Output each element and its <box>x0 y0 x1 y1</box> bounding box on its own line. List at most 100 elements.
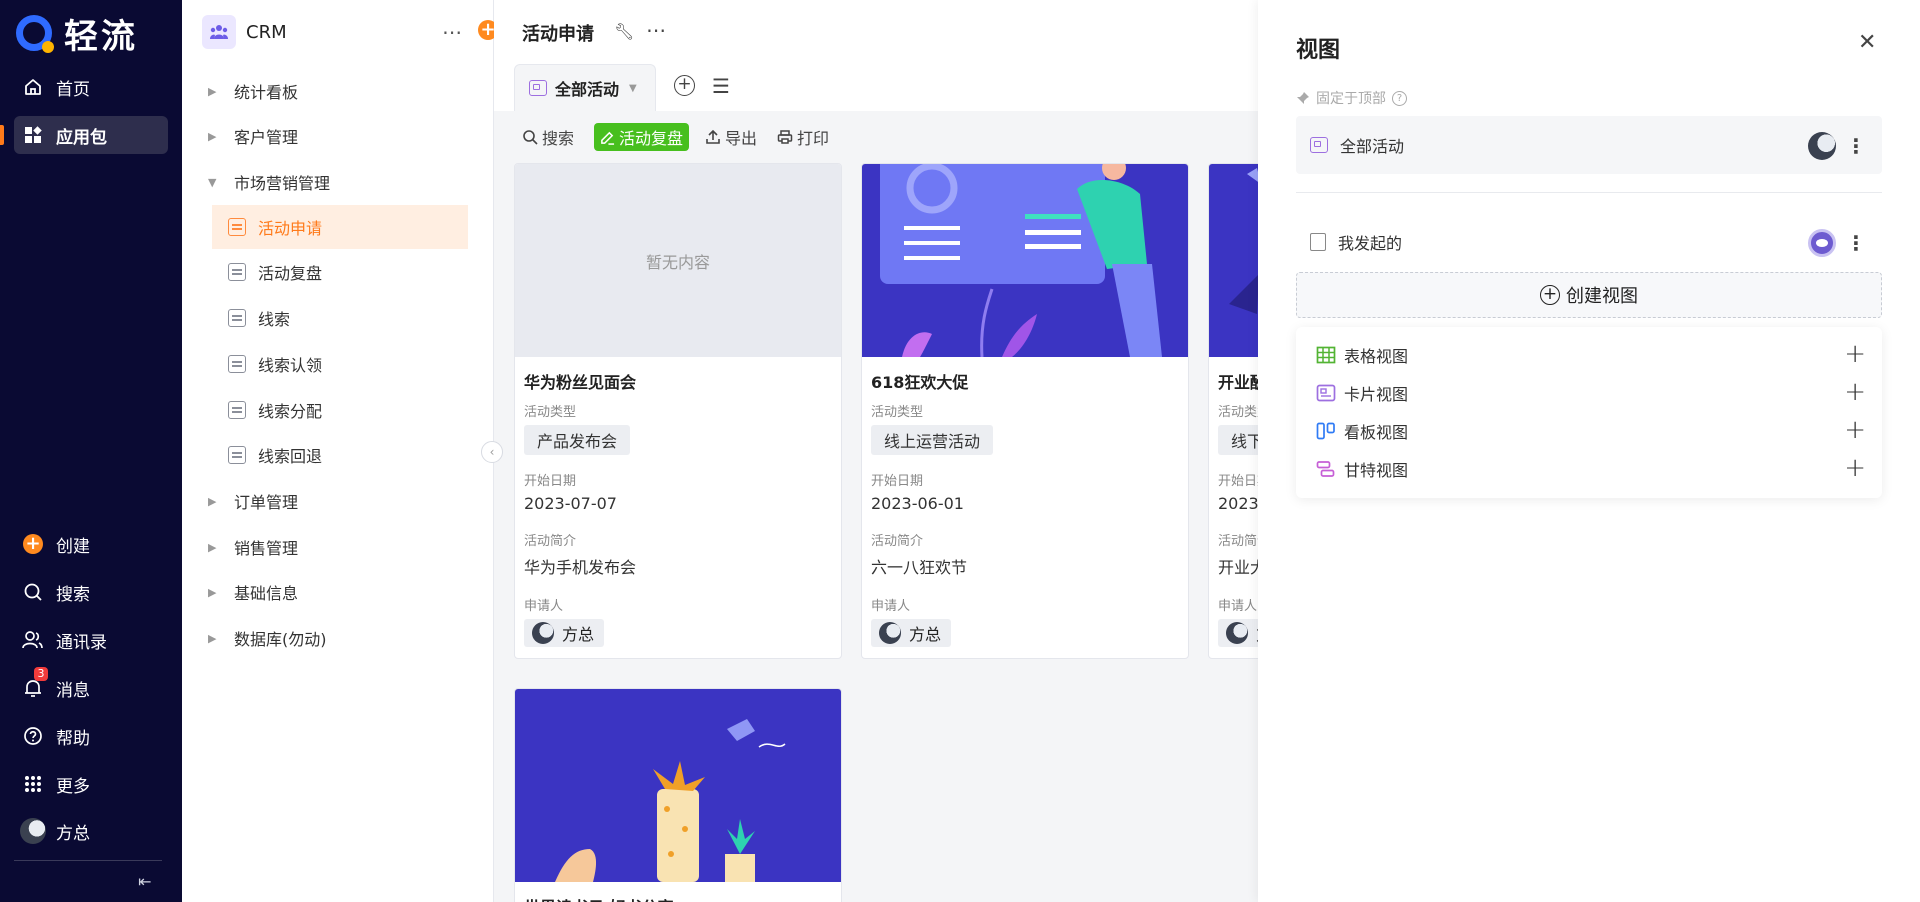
record-card[interactable]: 世界读书日 好书分享 <box>514 688 842 902</box>
panel-title: 视图 <box>1296 38 1341 63</box>
active-indicator <box>0 125 4 145</box>
form-icon <box>228 263 246 281</box>
kebab-menu-icon[interactable]: ⋮ <box>1846 136 1866 156</box>
tree-label: 活动申请 <box>258 219 323 238</box>
list-icon[interactable]: ☰ <box>712 74 730 98</box>
field-label: 开始日期 <box>871 474 924 489</box>
app-header: CRM ⋯ + <box>202 14 498 50</box>
menu-item-card-view[interactable]: 卡片视图 + <box>1316 378 1866 408</box>
kanban-view-icon <box>1316 422 1335 440</box>
card-title: 世界读书日 好书分享 <box>524 894 832 902</box>
avatar <box>1808 132 1836 160</box>
menu-item-kanban-view[interactable]: 看板视图 + <box>1316 416 1866 446</box>
caret-right-icon: ▶ <box>208 129 217 143</box>
plus-icon[interactable]: + <box>1844 378 1866 406</box>
tree-label: 数据库(勿动) <box>234 630 327 649</box>
avatar <box>20 818 46 844</box>
nav-item-help[interactable]: 帮助 <box>14 717 168 755</box>
add-view-button[interactable]: + <box>674 75 695 96</box>
plus-icon[interactable]: + <box>1844 340 1866 368</box>
tree-item-activity-apply[interactable]: 活动申请 <box>212 205 468 249</box>
menu-label: 卡片视图 <box>1344 385 1409 404</box>
caret-right-icon: ▶ <box>208 494 217 508</box>
tree-group-orders[interactable]: ▶ 订单管理 <box>202 479 468 523</box>
nav-divider <box>14 860 162 861</box>
nav-item-search[interactable]: 搜索 <box>14 573 168 611</box>
tree-group-dashboard[interactable]: ▶ 统计看板 <box>202 69 468 113</box>
nav-item-more[interactable]: 更多 <box>14 765 168 803</box>
wrench-icon[interactable]: 🔧︎ <box>614 22 634 41</box>
tree-item-lead-return[interactable]: 线索回退 <box>212 433 468 477</box>
tree-group-database[interactable]: ▶ 数据库(勿动) <box>202 616 468 660</box>
search-icon <box>523 130 538 145</box>
collapse-sidebar-icon[interactable]: ‹ <box>481 441 503 463</box>
tree-label: 基础信息 <box>234 584 299 603</box>
record-card[interactable]: 暂无内容 华为粉丝见面会 活动类型 产品发布会 开始日期 2023-07-07 … <box>514 163 842 659</box>
app-sidebar: CRM ⋯ + ▶ 统计看板 ▶ 客户管理 ▼ 市场营销管理 活动申请 活动复盘 线索… <box>182 0 498 902</box>
field-label: 申请人 <box>524 599 564 614</box>
view-type-menu: 表格视图 + 卡片视图 + 看板视图 + 甘特视图 + <box>1296 327 1882 498</box>
tree-group-customers[interactable]: ▶ 客户管理 <box>202 114 468 158</box>
more-icon[interactable]: ⋯ <box>646 18 666 42</box>
logo-text: 轻流 <box>64 16 138 57</box>
activity-review-button[interactable]: 活动复盘 <box>594 123 690 151</box>
illustration-image <box>880 164 1162 357</box>
card-title: 开业酬宾 <box>1218 373 1258 392</box>
create-view-button[interactable]: + 创建视图 <box>1296 272 1882 318</box>
tree-group-basic-info[interactable]: ▶ 基础信息 <box>202 570 468 614</box>
field-label: 开始日期 <box>524 474 577 489</box>
tree-item-leads[interactable]: 线索 <box>212 296 468 340</box>
field-tag: 产品发布会 <box>524 425 631 455</box>
nav-item-profile[interactable]: 方总 <box>14 812 168 850</box>
tree-label: 活动复盘 <box>258 264 323 283</box>
field-tag: 线下 <box>1218 425 1258 455</box>
tree-item-activity-review[interactable]: 活动复盘 <box>212 250 468 294</box>
tree-item-lead-claim[interactable]: 线索认领 <box>212 342 468 386</box>
nav-item-apps[interactable]: 应用包 <box>14 116 168 154</box>
form-icon <box>228 446 246 464</box>
table-view-icon <box>1316 346 1336 364</box>
kebab-menu-icon[interactable]: ⋮ <box>1846 233 1866 253</box>
search-button[interactable]: 搜索 <box>522 125 574 149</box>
field-label: 申请人 <box>1218 599 1258 614</box>
card-image <box>515 689 841 882</box>
form-icon <box>228 355 246 373</box>
main-content: 活动申请 🔧︎ ⋯ 全部活动 ▼ + ☰ 搜索 活动复盘 导出 打印 暂无内容 <box>494 0 1258 902</box>
tree-group-marketing[interactable]: ▼ 市场营销管理 <box>202 160 468 204</box>
tab-all-activities[interactable]: 全部活动 ▼ <box>514 64 656 111</box>
user-chip: 方总 <box>1218 619 1258 647</box>
user-chip: 方总 <box>871 619 952 647</box>
tree-group-sales[interactable]: ▶ 销售管理 <box>202 525 468 569</box>
tree-item-lead-assign[interactable]: 线索分配 <box>212 388 468 432</box>
nav-item-messages[interactable]: 3 消息 <box>14 667 168 707</box>
field-value: 2023- <box>1218 494 1258 513</box>
nav-item-home[interactable]: 首页 <box>14 68 168 106</box>
toolbar: 搜索 活动复盘 导出 打印 <box>522 123 849 151</box>
nav-label: 帮助 <box>56 728 90 749</box>
field-label: 活动简介 <box>524 534 577 549</box>
tree-label: 市场营销管理 <box>234 174 331 193</box>
form-icon <box>228 309 246 327</box>
menu-item-gantt-view[interactable]: 甘特视图 + <box>1316 454 1866 484</box>
record-card[interactable]: 618狂欢大促 活动类型 线上运营活动 开始日期 2023-06-01 活动简介… <box>861 163 1189 659</box>
help-icon[interactable]: ? <box>1392 90 1407 106</box>
menu-item-table-view[interactable]: 表格视图 + <box>1316 340 1866 370</box>
view-label: 全部活动 <box>1340 137 1405 156</box>
nav-item-create[interactable]: + 创建 <box>14 525 168 563</box>
more-icon[interactable]: ⋯ <box>442 20 463 44</box>
field-label: 活动类型 <box>524 405 577 420</box>
view-item-all-activities[interactable]: 全部活动 ⋮ <box>1296 116 1882 174</box>
tree-label: 客户管理 <box>234 128 299 147</box>
plus-icon[interactable]: + <box>1844 416 1866 444</box>
logo[interactable]: 轻流 <box>16 12 138 57</box>
print-button[interactable]: 打印 <box>777 125 829 149</box>
view-item-my-started[interactable]: 我发起的 ⋮ <box>1296 213 1882 271</box>
export-button[interactable]: 导出 <box>705 125 757 149</box>
nav-label: 创建 <box>56 536 90 557</box>
record-card[interactable]: 开业酬宾 活动类型 线下 开始日期 2023- 活动简介 开业大 申请人 方总 <box>1208 163 1258 659</box>
collapse-nav-icon[interactable]: ⇤ <box>138 872 151 891</box>
card-view-icon <box>529 80 547 96</box>
close-icon[interactable]: ✕ <box>1858 30 1876 55</box>
nav-item-contacts[interactable]: 通讯录 <box>14 621 168 659</box>
plus-icon[interactable]: + <box>1844 454 1866 482</box>
